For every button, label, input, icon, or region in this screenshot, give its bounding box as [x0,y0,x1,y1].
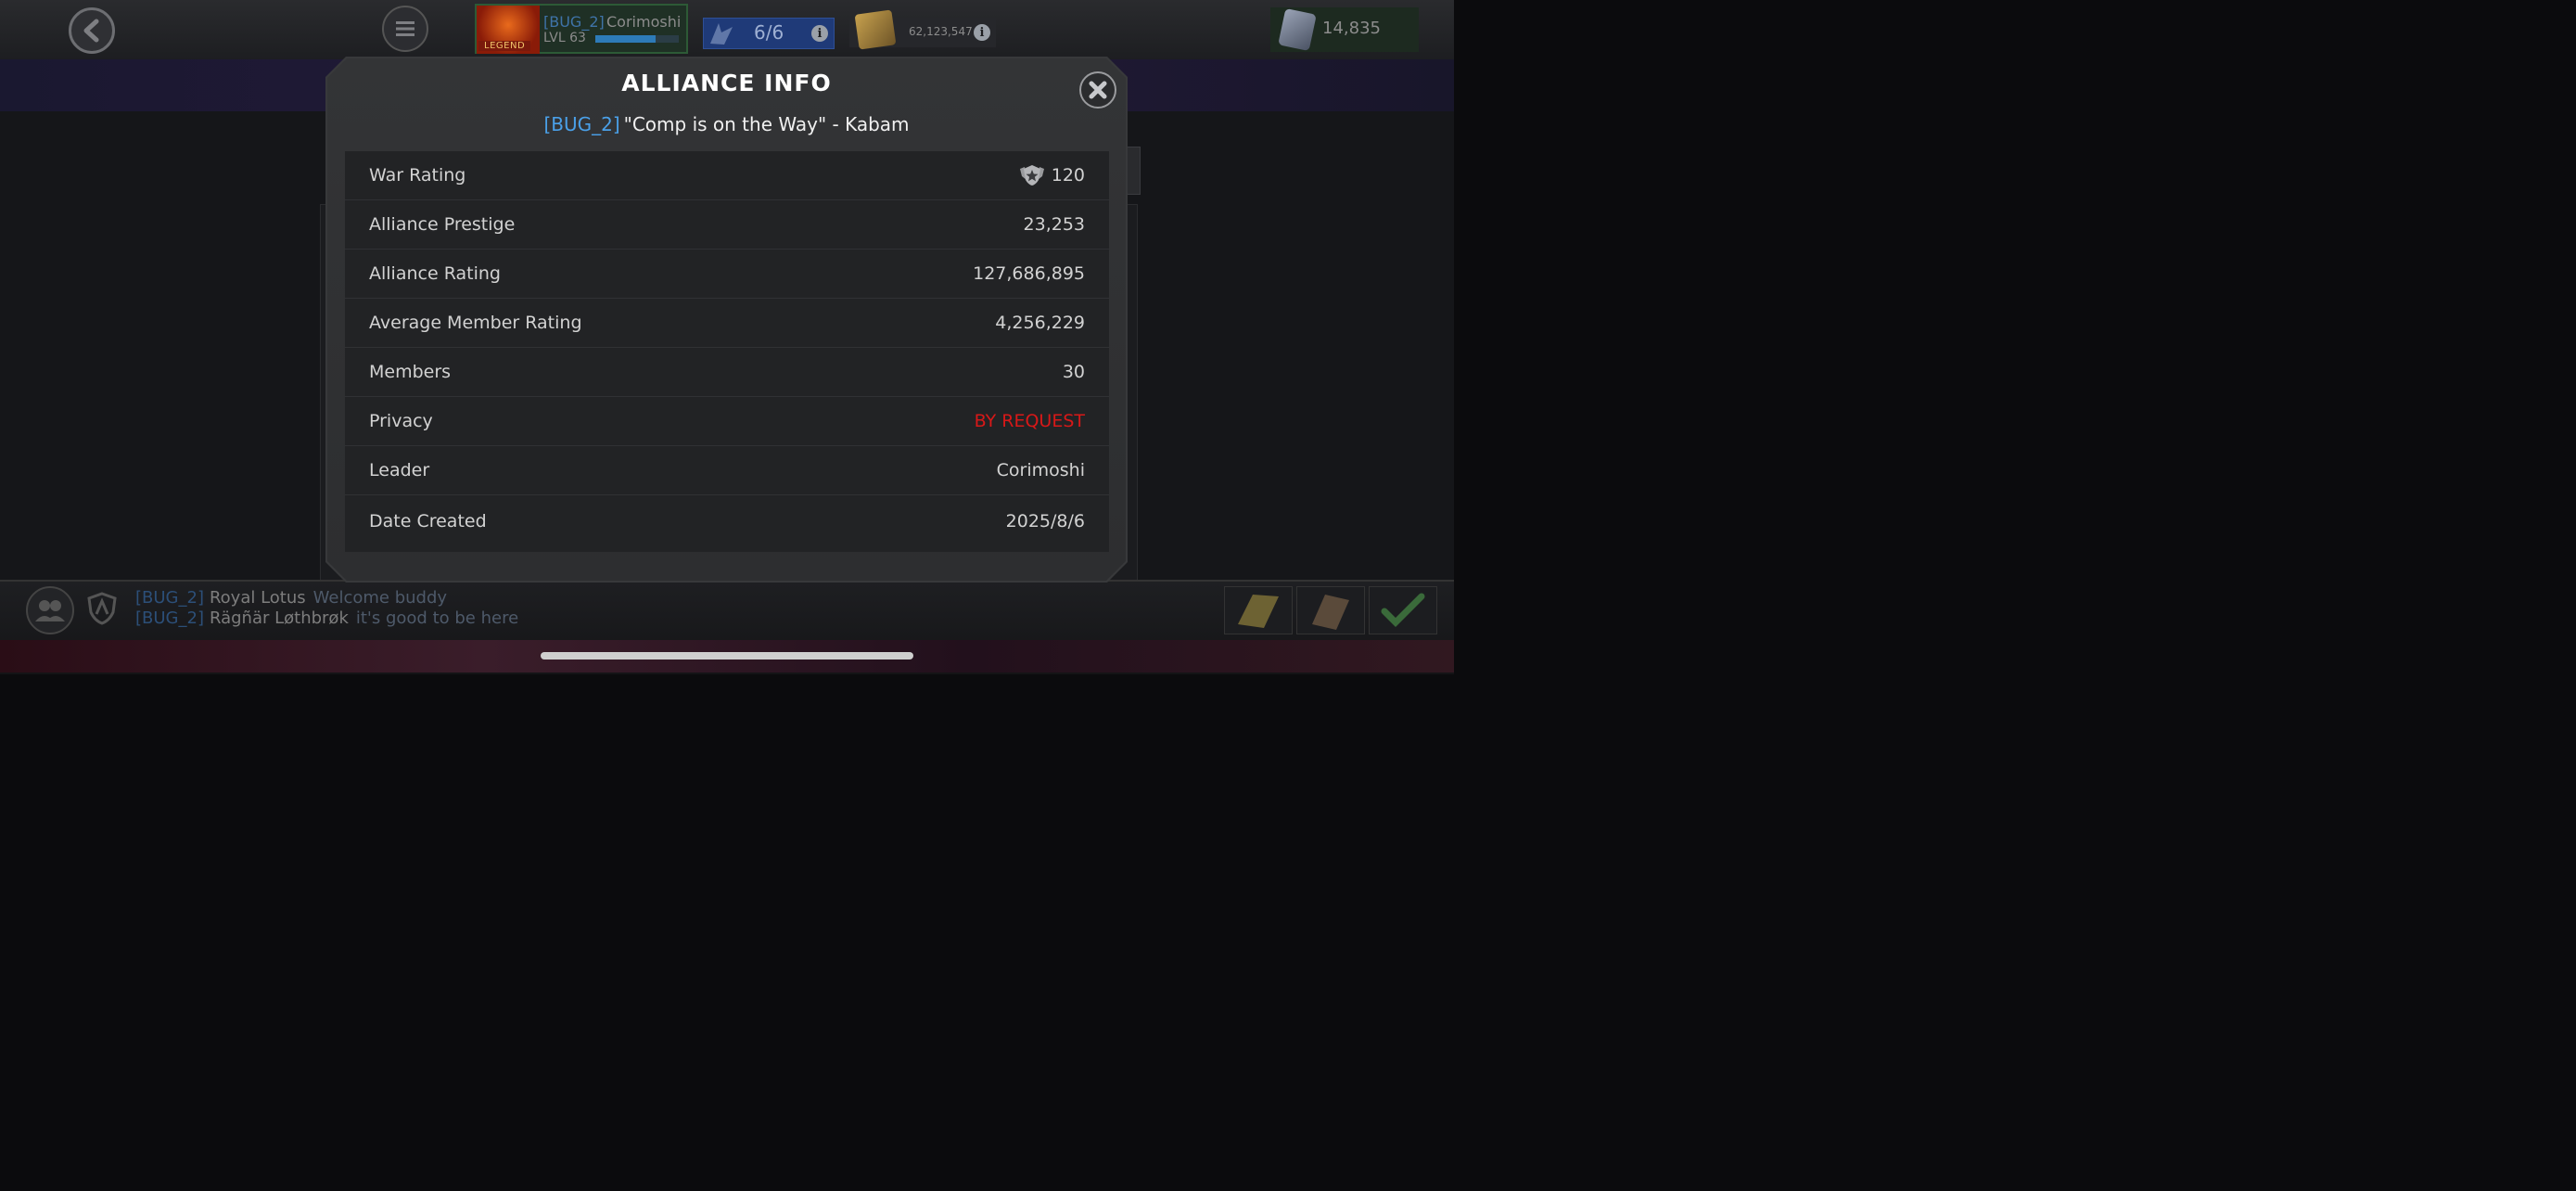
confirm-button[interactable] [1369,586,1437,634]
row-value: 23,253 [1023,214,1085,235]
alliance-info-modal: ALLIANCE INFO [BUG_2] "Comp is on the Way… [325,57,1128,583]
info-icon[interactable]: i [811,25,828,42]
gold-icon [854,9,897,50]
leader-value[interactable]: Corimoshi [997,460,1085,480]
war-rating-emblem-icon [1019,165,1044,186]
alliance-name-line: [BUG_2] "Comp is on the Way" - Kabam [327,113,1126,135]
info-row-alliance-prestige: Alliance Prestige 23,253 [345,200,1109,250]
chat-user[interactable]: Rägñär Løthbrøk [210,608,349,628]
energy-value: 6/6 [754,21,784,44]
gold-counter[interactable]: 62,123,547 i [849,9,996,50]
profile-level: LVL 63 [543,31,586,45]
modal-body: ALLIANCE INFO [BUG_2] "Comp is on the Way… [327,58,1126,581]
chat-tag: [BUG_2] [135,608,204,628]
chat-tag: [BUG_2] [135,588,204,608]
row-label: Average Member Rating [369,313,582,333]
row-value: 127,686,895 [973,263,1085,284]
energy-counter[interactable]: 6/6 i [703,18,835,49]
xp-bar-fill [595,35,656,43]
top-bar: LEGEND [BUG_2] Corimoshi LVL 63 6/6 i 62… [0,0,1454,61]
members-icon [35,600,65,621]
chevron-left-icon [83,19,99,43]
clipboard-button[interactable] [1296,586,1365,634]
row-value: 120 [1018,163,1085,187]
row-label: War Rating [369,165,466,186]
checkmark-icon [1381,593,1425,627]
units-icon [1278,7,1317,52]
row-label: Privacy [369,411,433,431]
gold-value: 62,123,547 [909,25,973,38]
alliance-members-button[interactable] [26,586,74,634]
row-label: Alliance Prestige [369,214,516,235]
row-value: 2025/8/6 [1005,511,1085,531]
close-icon [1089,81,1107,99]
info-row-privacy: Privacy BY REQUEST [345,397,1109,446]
alliance-shield-icon[interactable] [85,592,119,625]
info-row-members: Members 30 [345,348,1109,397]
chat-message: [BUG_2] Rägñär Løthbrøk it's good to be he… [135,608,518,628]
row-value: 4,256,229 [995,313,1085,333]
alliance-name: "Comp is on the Way" - Kabam [623,113,910,135]
profile-alliance-tag: [BUG_2] [543,13,605,31]
info-row-leader: Leader Corimoshi [345,446,1109,495]
info-row-alliance-rating: Alliance Rating 127,686,895 [345,250,1109,299]
war-rating-value: 120 [1051,165,1085,186]
chat-message: [BUG_2] Royal Lotus Welcome buddy [135,588,447,608]
quests-button[interactable] [1224,586,1293,634]
xp-bar [595,35,679,43]
back-button[interactable] [69,7,115,54]
row-value: 30 [1062,362,1085,382]
modal-title: ALLIANCE INFO [621,70,832,96]
chat-text: Welcome buddy [312,588,448,608]
alliance-tag: [BUG_2] [543,113,620,135]
player-profile[interactable]: LEGEND [BUG_2] Corimoshi LVL 63 [475,4,688,54]
info-row-war-rating: War Rating 120 [345,151,1109,200]
legend-badge: LEGEND [478,41,531,51]
units-counter[interactable]: 14,835 [1270,7,1419,52]
units-value: 14,835 [1322,19,1381,38]
menu-button[interactable] [382,6,428,52]
close-button[interactable] [1079,71,1116,109]
chat-text: it's good to be here [355,608,519,628]
clipboard-icon [1312,595,1349,630]
info-table: War Rating 120 Alliance Prestige 23,253 … [345,151,1109,552]
hamburger-menu-icon [396,21,414,36]
energy-icon [710,23,733,45]
info-row-average-member-rating: Average Member Rating 4,256,229 [345,299,1109,348]
home-indicator[interactable] [541,652,913,660]
side-tab[interactable] [1126,147,1141,195]
row-label: Alliance Rating [369,263,501,284]
chat-user[interactable]: Royal Lotus [210,588,306,608]
info-row-date-created: Date Created 2025/8/6 [345,495,1109,547]
row-label: Date Created [369,511,487,531]
privacy-value: BY REQUEST [974,411,1085,431]
info-icon[interactable]: i [974,24,990,41]
map-icon [1238,595,1279,628]
profile-name: Corimoshi [606,13,682,31]
row-label: Members [369,362,452,382]
row-label: Leader [369,460,430,480]
